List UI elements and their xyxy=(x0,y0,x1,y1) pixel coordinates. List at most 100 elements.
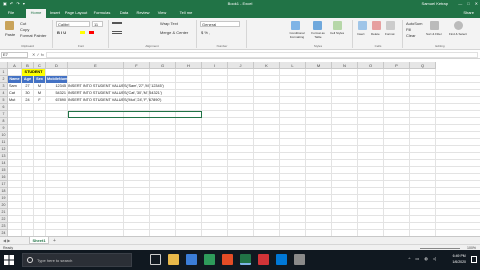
tab-review[interactable]: Review xyxy=(134,9,152,18)
row-header-12[interactable]: 12 xyxy=(0,146,8,153)
delete-cells-icon[interactable] xyxy=(372,21,381,30)
user-name[interactable]: Samuel Ketrap xyxy=(422,1,448,6)
sex-cell[interactable]: M xyxy=(34,90,45,97)
font-name-dropdown[interactable]: Calibri xyxy=(56,21,90,27)
column-header-f[interactable]: F xyxy=(124,62,150,69)
formula-input[interactable] xyxy=(46,52,478,58)
row-header-13[interactable]: 13 xyxy=(0,153,8,160)
mobile-cell[interactable]: 12345 xyxy=(46,83,67,90)
column-header-b[interactable]: B xyxy=(22,62,34,69)
header-cell-age[interactable]: Age xyxy=(22,76,33,83)
age-cell[interactable]: 30 xyxy=(22,90,33,97)
font-style-buttons[interactable]: B I U xyxy=(57,30,66,35)
format-cells-button[interactable]: Format xyxy=(385,32,395,36)
column-header-e[interactable]: E xyxy=(68,62,124,69)
alignment-buttons[interactable] xyxy=(112,22,150,40)
paste-icon[interactable] xyxy=(5,21,14,30)
column-header-j[interactable]: J xyxy=(228,62,254,69)
app-icon[interactable] xyxy=(294,254,305,265)
student-title-cell[interactable]: STUDENT xyxy=(22,69,45,76)
find-select-button[interactable]: Find & Select xyxy=(449,32,467,36)
delete-cells-button[interactable]: Delete xyxy=(371,32,380,36)
format-cells-icon[interactable] xyxy=(386,21,395,30)
copy-button[interactable]: Copy xyxy=(20,27,29,32)
paste-button[interactable]: Paste xyxy=(5,32,15,37)
column-header-h[interactable]: H xyxy=(176,62,202,69)
excel-taskbar-icon[interactable] xyxy=(240,254,251,265)
chrome-icon[interactable] xyxy=(204,254,215,265)
edge-icon[interactable] xyxy=(186,254,197,265)
merge-center-button[interactable]: Merge & Center xyxy=(160,30,188,35)
align-top-icon[interactable] xyxy=(112,22,122,24)
format-painter-button[interactable]: Format Painter xyxy=(20,33,46,38)
tab-file[interactable]: File xyxy=(4,9,18,18)
row-header-14[interactable]: 14 xyxy=(0,160,8,167)
row-header-22[interactable]: 22 xyxy=(0,216,8,223)
sql-formula-cell[interactable]: INSERT INTO STUDENT VALUES('Cat','30','M… xyxy=(67,90,197,97)
number-format-dropdown[interactable]: General xyxy=(200,21,240,27)
column-header-g[interactable]: G xyxy=(150,62,176,69)
sheet-nav-arrows[interactable]: ◀ ▶ xyxy=(3,238,10,243)
row-header-15[interactable]: 15 xyxy=(0,167,8,174)
row-header-5[interactable]: 5 xyxy=(0,97,8,104)
row-header-1[interactable]: 1 xyxy=(0,69,8,76)
spreadsheet-grid[interactable]: A B C D E F G H I J K L M N O P Q 1 2 3 4 5 6 7 8 9 10 11 12 13 14 15 16… xyxy=(0,62,480,236)
taskbar-search-box[interactable]: Type here to search xyxy=(22,253,132,267)
close-button[interactable]: ✕ xyxy=(475,0,478,7)
row-header-7[interactable]: 7 xyxy=(0,111,8,118)
taskbar-clock[interactable]: 6:49 PM 1/6/2020 xyxy=(452,253,466,265)
sql-formula-cell[interactable]: INSERT INTO STUDENT VALUES('Sam','27','M… xyxy=(67,83,197,90)
autosum-button[interactable]: AutoSum xyxy=(406,21,422,26)
column-header-a[interactable]: A xyxy=(8,62,22,69)
tab-formulas[interactable]: Formulas xyxy=(92,9,112,18)
font-size-dropdown[interactable]: 11 xyxy=(92,21,103,27)
sex-cell[interactable]: M xyxy=(34,83,45,90)
align-left-icon[interactable] xyxy=(112,31,122,34)
format-as-table-icon[interactable] xyxy=(313,21,322,30)
name-cell[interactable]: Mut xyxy=(8,97,21,104)
age-cell[interactable]: 27 xyxy=(22,83,33,90)
app-icon[interactable] xyxy=(222,254,233,265)
task-view-icon[interactable] xyxy=(150,254,161,265)
name-box[interactable]: E7 xyxy=(1,52,28,58)
app-icon[interactable] xyxy=(258,254,269,265)
sql-formula-cell[interactable]: INSERT INTO STUDENT VALUES('Mut','24','F… xyxy=(67,97,197,104)
cut-button[interactable]: Cut xyxy=(20,21,26,26)
age-cell[interactable]: 24 xyxy=(22,97,33,104)
row-header-4[interactable]: 4 xyxy=(0,90,8,97)
row-header-11[interactable]: 11 xyxy=(0,139,8,146)
system-tray-icons[interactable]: ^ ▭ ◍ ◁ xyxy=(408,256,438,261)
notifications-icon[interactable] xyxy=(471,256,477,263)
column-header-c[interactable]: C xyxy=(34,62,46,69)
row-header-9[interactable]: 9 xyxy=(0,125,8,132)
wrap-text-button[interactable]: Wrap Text xyxy=(160,21,178,26)
sheet-tab-sheet1[interactable]: Sheet1 xyxy=(29,237,49,244)
mobile-cell[interactable]: 67890 xyxy=(46,97,67,104)
format-as-table-button[interactable]: Format as Table xyxy=(309,31,327,39)
maximize-button[interactable]: □ xyxy=(467,0,469,7)
row-header-10[interactable]: 10 xyxy=(0,132,8,139)
number-format-buttons[interactable]: $ % , xyxy=(201,30,210,35)
cell-styles-button[interactable]: Cell Styles xyxy=(330,31,344,35)
sort-filter-button[interactable]: Sort & Filter xyxy=(426,32,442,36)
row-header-20[interactable]: 20 xyxy=(0,202,8,209)
zoom-slider[interactable] xyxy=(420,248,460,249)
row-header-17[interactable]: 17 xyxy=(0,181,8,188)
row-header-6[interactable]: 6 xyxy=(0,104,8,111)
header-cell-mobilenumber[interactable]: MobileNumber xyxy=(46,76,73,83)
column-header-k[interactable]: K xyxy=(254,62,280,69)
column-header-m[interactable]: M xyxy=(306,62,332,69)
column-header-l[interactable]: L xyxy=(280,62,306,69)
file-explorer-icon[interactable] xyxy=(168,254,179,265)
tab-view[interactable]: View xyxy=(156,9,168,18)
fill-button[interactable]: Fill xyxy=(406,27,411,32)
name-cell[interactable]: Sam xyxy=(8,83,21,90)
windows-start-icon[interactable] xyxy=(4,255,14,265)
row-header-16[interactable]: 16 xyxy=(0,174,8,181)
row-header-23[interactable]: 23 xyxy=(0,223,8,230)
header-cell-sex[interactable]: Sex xyxy=(34,76,45,83)
tab-insert[interactable]: Insert xyxy=(48,9,62,18)
minimize-button[interactable]: — xyxy=(458,0,462,7)
clear-button[interactable]: Clear xyxy=(406,33,416,38)
share-button[interactable]: Share xyxy=(463,10,474,15)
